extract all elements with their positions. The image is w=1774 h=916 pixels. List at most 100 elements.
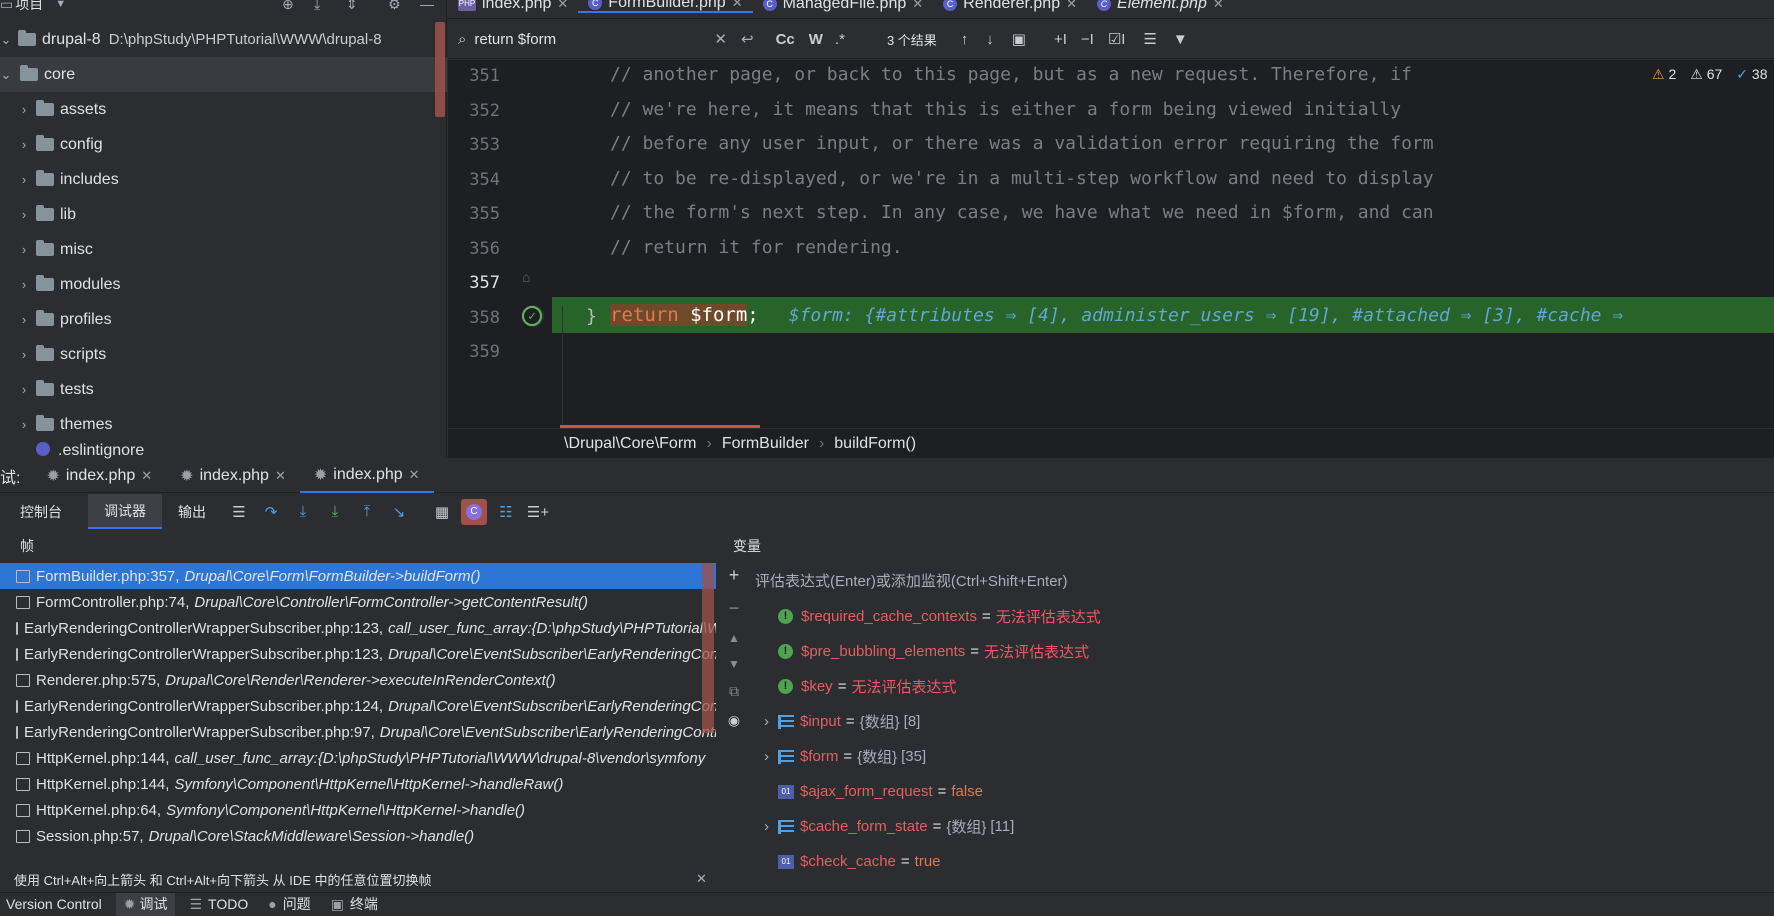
breadcrumb-namespace[interactable]: \Drupal\Core\Form bbox=[564, 435, 696, 453]
chevron-right-icon[interactable]: › bbox=[764, 713, 769, 730]
chevron-right-icon[interactable]: › bbox=[18, 137, 30, 152]
frame-row[interactable]: HttpKernel.php:144, call_user_func_array:… bbox=[0, 745, 716, 771]
prev-occurrence-icon[interactable]: ↑ bbox=[961, 31, 969, 48]
frame-row[interactable]: Renderer.php:575, Drupal\Core\Render\Rend… bbox=[0, 667, 716, 693]
regex-icon[interactable]: .* bbox=[835, 31, 845, 48]
session-tab-3[interactable]: ✹ index.php ✕ bbox=[299, 459, 434, 493]
frame-row[interactable]: EarlyRenderingControllerWrapperSubscribe… bbox=[0, 615, 716, 641]
move-up-icon[interactable]: ▲ bbox=[728, 631, 740, 645]
chevron-down-icon[interactable]: ▼ bbox=[55, 0, 66, 10]
chevron-right-icon[interactable]: › bbox=[18, 242, 30, 257]
execution-point-icon[interactable]: ✓ bbox=[522, 306, 542, 326]
tree-item-tests[interactable]: › tests bbox=[0, 372, 447, 407]
variable-row[interactable]: 01 $ajax_form_request = false bbox=[778, 775, 983, 808]
code-editor[interactable]: ⚠ 2 ⚠ 67 ✓ 38 351 // another page, or bac… bbox=[448, 60, 1774, 428]
tool-problems[interactable]: ● 问题 bbox=[268, 894, 310, 914]
next-occurrence-icon[interactable]: ↓ bbox=[986, 31, 994, 48]
breadcrumb-class[interactable]: FormBuilder bbox=[722, 435, 809, 453]
chevron-right-icon[interactable]: › bbox=[18, 172, 30, 187]
run-to-cursor-icon[interactable]: ↘ bbox=[386, 499, 412, 525]
chevron-right-icon[interactable]: › bbox=[18, 417, 30, 432]
chevron-down-icon[interactable]: ⌄ bbox=[0, 67, 12, 83]
inspection-widget[interactable]: ⚠ 2 ⚠ 67 ✓ 38 bbox=[1652, 66, 1767, 83]
step-out-icon[interactable]: ⤒ bbox=[354, 499, 380, 525]
add-occurrence-icon[interactable]: +I bbox=[1054, 31, 1067, 48]
close-icon[interactable]: ✕ bbox=[557, 0, 568, 12]
evaluate-icon[interactable]: ▦ bbox=[429, 499, 455, 525]
move-down-icon[interactable]: ▼ bbox=[728, 657, 740, 671]
select-all-icon[interactable]: ▣ bbox=[1012, 30, 1026, 48]
variable-row[interactable]: › $form = {数组} [35] bbox=[764, 740, 926, 773]
tree-item-eslintignore[interactable]: .eslintignore bbox=[0, 442, 447, 460]
add-watch-icon[interactable]: ☰+ bbox=[525, 499, 551, 525]
tree-item-misc[interactable]: › misc bbox=[0, 232, 447, 267]
tree-item-modules[interactable]: › modules bbox=[0, 267, 447, 302]
collapse-all-icon[interactable]: ⇕ bbox=[346, 0, 358, 13]
gear-icon[interactable]: ⚙ bbox=[388, 0, 401, 13]
frame-row[interactable]: HttpKernel.php:144, Symfony\Component\Htt… bbox=[0, 771, 716, 797]
open-in-window-icon[interactable]: ☰ bbox=[1143, 30, 1156, 48]
chevron-right-icon[interactable]: › bbox=[764, 748, 769, 765]
tab-managedfile-php[interactable]: C ManagedFile.php ✕ bbox=[753, 0, 934, 13]
chevron-down-icon[interactable]: ⌄ bbox=[0, 32, 12, 48]
tree-item-scripts[interactable]: › scripts bbox=[0, 337, 447, 372]
inline-debug-value[interactable]: $form: {#attributes ⇒ [4], administer_us… bbox=[789, 305, 1623, 326]
whole-words-icon[interactable]: W bbox=[809, 31, 823, 48]
clear-search-icon[interactable]: ✕ bbox=[714, 30, 727, 48]
variable-row[interactable]: ! $key = 无法评估表达式 bbox=[778, 670, 956, 703]
tree-item-core[interactable]: ⌄ core bbox=[0, 57, 447, 92]
search-input[interactable]: return $form bbox=[474, 31, 714, 48]
frame-row[interactable]: EarlyRenderingControllerWrapperSubscribe… bbox=[0, 693, 716, 719]
filter-icon[interactable]: ▼ bbox=[1173, 31, 1188, 48]
close-icon[interactable]: ✕ bbox=[696, 871, 707, 887]
variable-row[interactable]: ! $pre_bubbling_elements = 无法评估表达式 bbox=[778, 635, 1089, 668]
search-icon[interactable]: ⌕ bbox=[458, 31, 466, 48]
close-icon[interactable]: ✕ bbox=[912, 0, 923, 12]
frame-row[interactable]: HttpKernel.php:64, Symfony\Component\Http… bbox=[0, 797, 716, 823]
force-step-into-icon[interactable]: ⤓ bbox=[322, 499, 348, 525]
tree-item-lib[interactable]: › lib bbox=[0, 197, 447, 232]
tree-item-assets[interactable]: › assets bbox=[0, 92, 447, 127]
tree-item-themes[interactable]: › themes bbox=[0, 407, 447, 442]
newline-icon[interactable]: ↩ bbox=[741, 30, 754, 48]
minimize-icon[interactable]: — bbox=[420, 0, 434, 12]
frame-row[interactable]: EarlyRenderingControllerWrapperSubscribe… bbox=[0, 641, 716, 667]
tool-version-control[interactable]: Version Control bbox=[6, 896, 102, 912]
tree-item-profiles[interactable]: › profiles bbox=[0, 302, 447, 337]
locate-icon[interactable]: ⊕ bbox=[282, 0, 294, 13]
tree-root[interactable]: ⌄ drupal-8 D:\phpStudy\PHPTutorial\WWW\d… bbox=[0, 22, 447, 57]
menu-icon[interactable]: ☰ bbox=[226, 499, 252, 525]
eye-icon[interactable]: ◉ bbox=[728, 712, 740, 729]
project-header-label[interactable]: 项目 bbox=[15, 0, 43, 14]
evaluate-expression-input[interactable]: 评估表达式(Enter)或添加监视(Ctrl+Shift+Enter) bbox=[755, 565, 1774, 595]
remove-occurrence-icon[interactable]: −I bbox=[1081, 31, 1094, 48]
close-icon[interactable]: ✕ bbox=[409, 467, 420, 483]
variable-row[interactable]: › $cache_form_state = {数组} [11] bbox=[764, 810, 1014, 843]
variable-row[interactable]: › $input = {数组} [8] bbox=[764, 705, 920, 738]
frame-row[interactable]: FormController.php:74, Drupal\Core\Contro… bbox=[0, 589, 716, 615]
code-line[interactable]: // the form's next step. In any case, we… bbox=[610, 202, 1434, 223]
tab-formbuilder-php[interactable]: C FormBuilder.php ✕ bbox=[578, 0, 753, 13]
scrollbar[interactable] bbox=[435, 22, 445, 117]
tab-console[interactable]: 控制台 bbox=[20, 502, 62, 522]
step-over-icon[interactable]: ↷ bbox=[258, 499, 284, 525]
chevron-right-icon[interactable]: › bbox=[18, 312, 30, 327]
select-all-occurrences-icon[interactable]: ☑I bbox=[1108, 30, 1126, 48]
tab-element-php[interactable]: C Element.php ✕ bbox=[1087, 0, 1234, 13]
tab-renderer-php[interactable]: C Renderer.php ✕ bbox=[933, 0, 1087, 13]
close-icon[interactable]: ✕ bbox=[1213, 0, 1224, 12]
frame-row[interactable]: FormBuilder.php:357, Drupal\Core\Form\For… bbox=[0, 563, 716, 589]
list-icon[interactable]: ☷ bbox=[493, 499, 519, 525]
current-line-code[interactable]: return $form; $form: {#attributes ⇒ [4],… bbox=[610, 297, 1623, 333]
chevron-right-icon[interactable]: › bbox=[18, 347, 30, 362]
match-case-icon[interactable]: Cc bbox=[776, 31, 795, 48]
close-icon[interactable]: ✕ bbox=[275, 468, 286, 484]
chevron-right-icon[interactable]: › bbox=[18, 102, 30, 117]
close-icon[interactable]: ✕ bbox=[1066, 0, 1077, 12]
chevron-right-icon[interactable]: › bbox=[764, 818, 769, 835]
add-icon[interactable]: + bbox=[729, 565, 740, 586]
session-tab-2[interactable]: ✹ index.php ✕ bbox=[180, 466, 286, 486]
code-line[interactable]: // return it for rendering. bbox=[610, 237, 903, 258]
chevron-right-icon[interactable]: › bbox=[18, 277, 30, 292]
close-icon[interactable]: ✕ bbox=[732, 0, 743, 11]
